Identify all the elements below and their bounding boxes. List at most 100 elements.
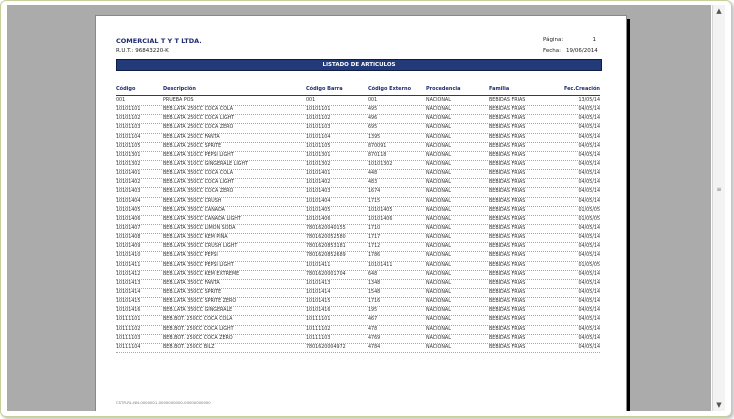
cell-familia: BEBIDAS FRIAS xyxy=(489,326,526,332)
table-row: 10101409 BEB.LATA 350CC CRUSH LIGHT 780162… xyxy=(116,243,600,253)
cell-fec-creacion: 04/05/14 xyxy=(578,198,600,204)
cell-procedencia: NACIONAL xyxy=(426,116,451,122)
cell-fec-creacion: 04/05/14 xyxy=(578,335,600,341)
table-body: 001 PRUEBA POS 001 001 NACIONAL BEBIDAS FRIAS… xyxy=(116,97,600,353)
table-row: 10101402 BEB.LATA 350CC COCA LIGHT 1010140… xyxy=(116,179,600,189)
table-row: 10101401 BEB.LATA 350CC COCA COLA 10101401… xyxy=(116,170,600,180)
cell-codigo: 10101401 xyxy=(116,171,141,177)
cell-descripcion: BEB.BOT. 250CC COCA LIGHT xyxy=(163,326,234,332)
cell-descripcion: BEB.BOT. 250CC BILZ xyxy=(163,344,215,350)
cell-procedencia: NACIONAL xyxy=(426,134,451,140)
cell-codigo: 10101409 xyxy=(116,244,141,250)
cell-codigo-barra: 10111103 xyxy=(306,335,331,341)
cell-codigo-barra: 10101413 xyxy=(306,280,331,286)
cell-fec-creacion: 04/05/14 xyxy=(578,244,600,250)
cell-codigo: 10101102 xyxy=(116,116,141,122)
cell-procedencia: NACIONAL xyxy=(426,317,451,323)
cell-fec-creacion: 04/05/14 xyxy=(578,271,600,277)
cell-codigo-externo: 496 xyxy=(368,116,378,122)
cell-familia: BEBIDAS FRIAS xyxy=(489,171,526,177)
cell-familia: BEBIDAS FRIAS xyxy=(489,235,526,241)
column-header-familia: Familia xyxy=(489,86,510,92)
cell-codigo-externo: 478 xyxy=(368,326,378,332)
cell-codigo-barra: 10101401 xyxy=(306,171,331,177)
table-row: 10101105 BEB.LATA 250CC SPRITE 10101105 870… xyxy=(116,143,600,152)
table-row: 10101302 BEB.LATA 310CC GINGERALE LIGHT 10… xyxy=(116,161,600,171)
cell-familia: BEBIDAS FRIAS xyxy=(489,308,526,314)
table-row: 10101103 BEB.LATA 250CC COCA ZERO 10101103… xyxy=(116,124,600,134)
cell-codigo-externo: 1348 xyxy=(368,280,381,286)
cell-codigo-barra: 10101406 xyxy=(306,216,331,222)
cell-codigo-externo: 1395 xyxy=(368,134,381,140)
cell-codigo: 10101408 xyxy=(116,235,141,241)
cell-codigo-externo: 4784 xyxy=(368,344,381,350)
cell-descripcion: BEB.LATA 250CC COCA COLA xyxy=(163,107,234,113)
cell-descripcion: BEB.LATA 250CC FANTA xyxy=(163,134,220,140)
page-number-value: 1 xyxy=(592,37,597,43)
cell-codigo: 10101416 xyxy=(116,308,141,314)
cell-descripcion: BEB.BOT. 250CC COCA COLA xyxy=(163,317,233,323)
cell-codigo: 10111102 xyxy=(116,326,141,332)
cell-codigo: 10101413 xyxy=(116,280,141,286)
cell-descripcion: BEB.BOT. 250CC COCA ZERO xyxy=(163,335,233,341)
table-row: 001 PRUEBA POS 001 001 NACIONAL BEBIDAS FRIAS… xyxy=(116,97,600,107)
cell-procedencia: NACIONAL xyxy=(426,308,451,314)
cell-fec-creacion: 04/05/14 xyxy=(578,116,600,122)
cell-procedencia: NACIONAL xyxy=(426,171,451,177)
cell-codigo: 10101101 xyxy=(116,107,141,113)
table-row: 10101403 BEB.LATA 350CC COCA ZERO 10101403… xyxy=(116,188,600,198)
cell-codigo-externo: 001 xyxy=(368,98,378,103)
cell-codigo-barra: 7801620004972 xyxy=(306,344,346,350)
report-preview-area[interactable]: COMERCIAL T Y T LTDA. R.U.T.: 96843220-K… xyxy=(7,5,711,411)
cell-codigo-externo: 1712 xyxy=(368,244,381,250)
cell-fec-creacion: 04/05/14 xyxy=(578,134,600,140)
table-row: 10101415 BEB.LATA 350CC SPRITE ZERO 101014… xyxy=(116,298,600,308)
cell-codigo-externo: 1710 xyxy=(368,225,381,231)
cell-familia: BEBIDAS FRIAS xyxy=(489,125,526,131)
cell-codigo-externo: 195 xyxy=(368,308,378,314)
cell-codigo-externo: 4769 xyxy=(368,335,381,341)
cell-codigo: 10101414 xyxy=(116,289,141,295)
cell-codigo-barra: 7801620052580 xyxy=(306,235,346,241)
cell-codigo-barra: 10101301 xyxy=(306,152,331,158)
cell-fec-creacion: 04/05/14 xyxy=(578,289,600,295)
cell-descripcion: BEB.LATA 250CC COCA LIGHT xyxy=(163,116,235,122)
table-row: 10111103 BEB.BOT. 250CC COCA ZERO 10111103… xyxy=(116,335,600,344)
table-row: 10111101 BEB.BOT. 250CC COCA COLA 10111101… xyxy=(116,316,600,326)
cell-familia: BEBIDAS FRIAS xyxy=(489,289,526,295)
cell-procedencia: NACIONAL xyxy=(426,244,451,250)
scroll-up-icon[interactable]: ▲ xyxy=(713,5,725,17)
cell-descripcion: BEB.LATA 250CC COCA ZERO xyxy=(163,125,234,131)
scroll-thumb-icon[interactable]: ≡ xyxy=(715,187,723,193)
cell-codigo-externo: 483 xyxy=(368,180,378,186)
cell-fec-creacion: 04/05/14 xyxy=(578,161,600,167)
cell-fec-creacion: 04/05/14 xyxy=(578,344,600,350)
cell-descripcion: BEB.LATA 350CC FANTA xyxy=(163,280,220,286)
vertical-scrollbar[interactable]: ▲ ≡ ▼ xyxy=(712,5,725,411)
cell-codigo: 10101301 xyxy=(116,152,141,158)
cell-codigo-externo: 1548 xyxy=(368,289,381,295)
scroll-down-icon[interactable]: ▼ xyxy=(713,399,725,411)
cell-codigo: 10111104 xyxy=(116,344,141,350)
cell-procedencia: NACIONAL xyxy=(426,271,451,277)
cell-codigo-barra: 10101416 xyxy=(306,308,331,314)
report-viewer-window: COMERCIAL T Y T LTDA. R.U.T.: 96843220-K… xyxy=(0,0,732,417)
table-row: 10111104 BEB.BOT. 250CC BILZ 7801620004972… xyxy=(116,344,600,353)
cell-codigo-barra: 10101105 xyxy=(306,143,331,149)
cell-procedencia: NACIONAL xyxy=(426,216,451,222)
cell-procedencia: NACIONAL xyxy=(426,189,451,195)
cell-procedencia: NACIONAL xyxy=(426,98,451,103)
cell-codigo: 10101403 xyxy=(116,189,141,195)
cell-descripcion: BEB.LATA 350CC CRUSH LIGHT xyxy=(163,244,238,250)
cell-descripcion: BEB.LATA 350CC CANADA xyxy=(163,207,225,213)
table-row: 10101101 BEB.LATA 250CC COCA COLA 10101101… xyxy=(116,106,600,116)
cell-codigo: 10111103 xyxy=(116,335,141,341)
table-row: 10101416 BEB.LATA 350CC GINGERALE 10101416… xyxy=(116,307,600,317)
cell-fec-creacion: 01/05/05 xyxy=(578,216,600,222)
table-row: 10101404 BEB.LATA 350CC CRUSH 10101404 1715… xyxy=(116,198,600,207)
cell-descripcion: BEB.LATA 350CC PEPSI xyxy=(163,253,218,259)
cell-codigo: 10101103 xyxy=(116,125,141,131)
cell-familia: BEBIDAS FRIAS xyxy=(489,271,526,277)
table-row: 10101102 BEB.LATA 250CC COCA LIGHT 1010110… xyxy=(116,115,600,125)
cell-familia: BEBIDAS FRIAS xyxy=(489,225,526,231)
